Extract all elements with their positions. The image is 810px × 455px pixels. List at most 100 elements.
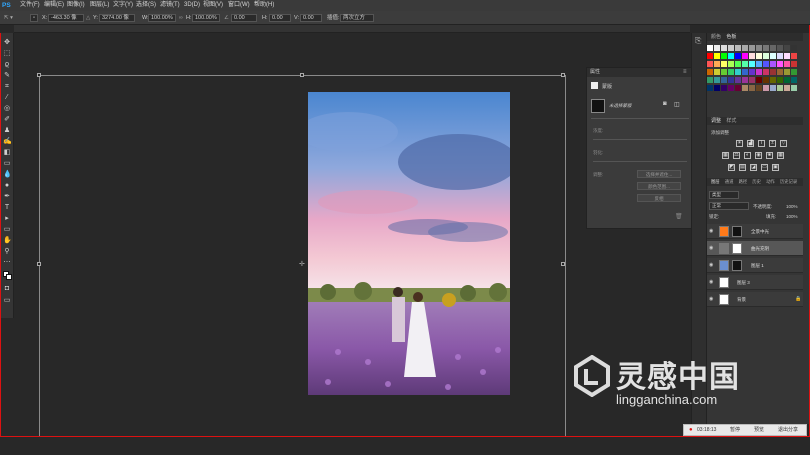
color-swatch[interactable] xyxy=(784,53,790,59)
color-swatch[interactable] xyxy=(707,69,713,75)
reference-point-icon[interactable]: ▫ xyxy=(30,14,38,22)
healing-tool-icon[interactable]: ◎ xyxy=(3,105,11,113)
color-swatch[interactable] xyxy=(777,61,783,67)
color-swatch[interactable] xyxy=(707,53,713,59)
path-select-tool-icon[interactable]: ▸ xyxy=(3,215,11,223)
color-swatch[interactable] xyxy=(763,53,769,59)
gradient-tool-icon[interactable]: ▭ xyxy=(3,160,11,168)
color-swatch[interactable] xyxy=(728,69,734,75)
density-slider[interactable] xyxy=(593,139,687,140)
eye-icon[interactable]: ◉ xyxy=(709,279,715,285)
color-swatch[interactable] xyxy=(742,69,748,75)
eyedropper-tool-icon[interactable]: ⁄ xyxy=(3,94,11,102)
color-swatch[interactable] xyxy=(777,45,783,51)
layer-filter-select[interactable]: 类型 xyxy=(709,191,739,199)
color-swatch[interactable] xyxy=(770,61,776,67)
color-swatch[interactable] xyxy=(784,85,790,91)
marquee-tool-icon[interactable]: ⬚ xyxy=(3,50,11,58)
color-swatch[interactable] xyxy=(721,45,727,51)
color-swatch[interactable] xyxy=(707,61,713,67)
dodge-tool-icon[interactable]: ● xyxy=(3,182,11,190)
color-swatch-icon[interactable] xyxy=(3,271,12,280)
color-swatch[interactable] xyxy=(770,45,776,51)
color-swatch[interactable] xyxy=(728,85,734,91)
eye-icon[interactable]: ◉ xyxy=(709,228,715,234)
color-swatch[interactable] xyxy=(742,61,748,67)
color-swatch[interactable] xyxy=(728,45,734,51)
panel-menu-icon[interactable]: ≡ xyxy=(683,68,687,77)
layer-row[interactable]: ◉ 曲光充阴 xyxy=(707,241,803,256)
menu-file[interactable]: 文件(F) xyxy=(20,0,40,11)
brightness-icon[interactable]: ☀ xyxy=(736,140,743,147)
color-lookup-icon[interactable]: ▦ xyxy=(777,152,784,159)
tab-adjustments[interactable]: 调整 xyxy=(711,118,721,124)
color-swatch[interactable] xyxy=(742,53,748,59)
layer-row[interactable]: ◉ 图层 1 xyxy=(707,258,803,273)
color-swatch[interactable] xyxy=(749,69,755,75)
color-swatch[interactable] xyxy=(763,45,769,51)
color-swatch[interactable] xyxy=(777,77,783,83)
color-swatch[interactable] xyxy=(784,77,790,83)
tab-paths[interactable]: 路径 xyxy=(739,179,748,184)
color-swatch[interactable] xyxy=(707,85,713,91)
menu-filter[interactable]: 滤镜(T) xyxy=(160,0,180,11)
layer-row[interactable]: ◉ 全景中光 xyxy=(707,224,803,239)
posterize-icon[interactable]: ▤ xyxy=(739,164,746,171)
curves-icon[interactable]: ⌇ xyxy=(758,140,765,147)
eye-icon[interactable]: ◉ xyxy=(709,296,715,302)
color-swatch[interactable] xyxy=(770,53,776,59)
tab-layers[interactable]: 图层 xyxy=(711,179,720,184)
color-swatch[interactable] xyxy=(763,61,769,67)
feather-slider[interactable] xyxy=(593,161,687,162)
color-balance-icon[interactable]: ⚖ xyxy=(733,152,740,159)
color-swatch[interactable] xyxy=(714,45,720,51)
color-range-button[interactable]: 颜色范围... xyxy=(637,182,681,190)
preview-button[interactable]: 预览 xyxy=(754,425,764,435)
color-swatch[interactable] xyxy=(742,45,748,51)
interpolation-select[interactable]: 两次立方 xyxy=(340,14,374,22)
color-swatch[interactable] xyxy=(728,77,734,83)
menu-view[interactable]: 视图(V) xyxy=(203,0,223,11)
opacity-value[interactable]: 100% xyxy=(786,204,798,209)
eraser-tool-icon[interactable]: ◧ xyxy=(3,149,11,157)
color-swatch[interactable] xyxy=(721,53,727,59)
menu-type[interactable]: 文字(Y) xyxy=(113,0,133,11)
transform-handle-tl[interactable] xyxy=(37,73,41,77)
color-swatch[interactable] xyxy=(749,45,755,51)
transform-tool-icon[interactable]: ⇱ ▾ xyxy=(4,11,13,25)
color-swatch[interactable] xyxy=(714,53,720,59)
color-swatch[interactable] xyxy=(721,77,727,83)
color-swatch[interactable] xyxy=(714,61,720,67)
x-input[interactable]: -463.30 像 xyxy=(48,14,84,22)
crop-tool-icon[interactable]: ⌗ xyxy=(3,83,11,91)
color-swatch[interactable] xyxy=(735,45,741,51)
tab-history[interactable]: 历史 xyxy=(752,179,761,184)
color-swatch[interactable] xyxy=(742,77,748,83)
eye-icon[interactable]: ◉ xyxy=(709,262,715,268)
transform-handle-tm[interactable] xyxy=(300,73,304,77)
hue-icon[interactable]: ▦ xyxy=(722,152,729,159)
blend-mode-select[interactable]: 正常 xyxy=(709,202,749,210)
bw-icon[interactable]: ◐ xyxy=(744,152,751,159)
lasso-tool-icon[interactable]: ϱ xyxy=(3,61,11,69)
invert-icon[interactable]: ◩ xyxy=(728,164,735,171)
selective-color-icon[interactable]: ▣ xyxy=(772,164,779,171)
stamp-tool-icon[interactable]: ♟ xyxy=(3,127,11,135)
color-swatch[interactable] xyxy=(770,85,776,91)
transform-handle-ml[interactable] xyxy=(37,262,41,266)
vector-mask-icon[interactable]: ◫ xyxy=(674,101,680,108)
gradient-map-icon[interactable]: ▭ xyxy=(761,164,768,171)
layer-row[interactable]: ◉ 图层 3 xyxy=(707,275,803,290)
transform-handle-tr[interactable] xyxy=(561,73,565,77)
menu-select[interactable]: 选择(S) xyxy=(136,0,156,11)
transform-handle-mr[interactable] xyxy=(561,262,565,266)
color-swatch[interactable] xyxy=(735,85,741,91)
blur-tool-icon[interactable]: 💧 xyxy=(3,171,12,179)
color-swatch[interactable] xyxy=(763,69,769,75)
levels-icon[interactable]: ▟ xyxy=(747,140,754,147)
color-swatch[interactable] xyxy=(756,77,762,83)
layer-row[interactable]: ◉ 背景 🔒 xyxy=(707,292,803,307)
color-swatch[interactable] xyxy=(728,53,734,59)
shape-tool-icon[interactable]: ▭ xyxy=(3,226,11,234)
color-swatch[interactable] xyxy=(749,77,755,83)
